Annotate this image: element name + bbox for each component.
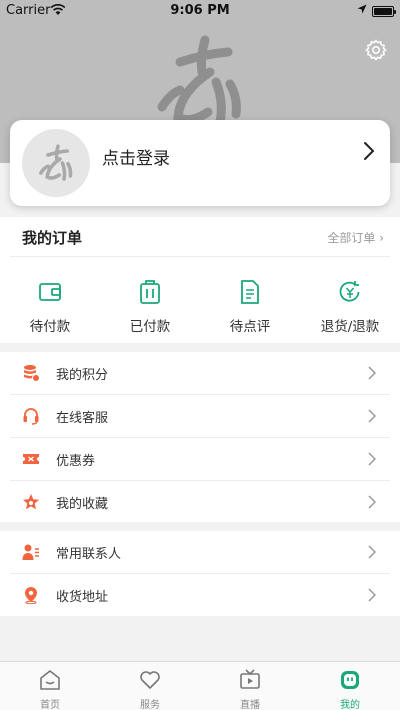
chevron-right-icon — [364, 142, 375, 160]
order-refund[interactable]: 退货/退款 — [300, 277, 400, 337]
brand-logo — [157, 35, 241, 127]
chevron-right-icon — [368, 409, 376, 423]
menu-item-favorites[interactable]: 我的收藏 — [10, 481, 390, 524]
tab-service[interactable]: 服务 — [100, 662, 200, 710]
chevron-right-icon — [368, 452, 376, 466]
location-arrow-icon — [357, 4, 367, 14]
menu-item-contacts[interactable]: 常用联系人 — [10, 531, 390, 574]
star-icon — [23, 494, 39, 510]
tab-bar: 首页 服务 直播 我的 — [0, 661, 400, 710]
chevron-right-icon — [368, 588, 376, 602]
login-label[interactable]: 点击登录 — [102, 144, 170, 169]
menu-group-contacts: 常用联系人 收货地址 — [0, 531, 400, 616]
order-item-label: 已付款 — [129, 319, 171, 335]
menu-item-label: 收货地址 — [56, 590, 109, 605]
menu-item-addresses[interactable]: 收货地址 — [10, 574, 390, 617]
tab-label: 服务 — [140, 700, 160, 710]
avatar — [22, 129, 90, 197]
luggage-icon — [140, 280, 160, 304]
contacts-icon — [22, 544, 39, 560]
all-orders-link[interactable]: 全部订单 › — [327, 229, 384, 246]
menu-item-points[interactable]: 我的积分 — [10, 352, 390, 395]
home-icon — [40, 670, 60, 690]
tv-icon — [240, 669, 260, 689]
menu-item-label: 我的积分 — [56, 368, 109, 383]
wallet-icon — [39, 283, 61, 301]
location-pin-icon — [25, 587, 37, 604]
profile-icon — [341, 671, 359, 689]
orders-header: 我的订单 全部订单 › — [10, 217, 390, 257]
clock: 9:06 PM — [170, 3, 230, 18]
document-icon — [241, 280, 259, 304]
tab-live[interactable]: 直播 — [200, 662, 300, 710]
tab-label: 我的 — [340, 700, 360, 710]
menu-item-label: 我的收藏 — [56, 497, 109, 512]
order-to-review[interactable]: 待点评 — [200, 277, 300, 337]
menu-item-label: 常用联系人 — [56, 547, 122, 562]
coupon-icon — [23, 454, 39, 464]
tab-label: 首页 — [40, 700, 60, 710]
headset-icon — [23, 408, 39, 425]
menu-item-customer-service[interactable]: 在线客服 — [10, 395, 390, 438]
order-pending-payment[interactable]: 待付款 — [0, 277, 100, 337]
points-icon — [24, 365, 40, 382]
tab-profile[interactable]: 我的 — [300, 662, 400, 710]
avatar-logo-icon — [39, 144, 73, 181]
tab-label: 直播 — [240, 700, 260, 710]
battery-icon — [372, 6, 396, 17]
tab-home[interactable]: 首页 — [0, 662, 100, 710]
status-bar: Carrier 9:06 PM — [0, 0, 400, 22]
chevron-right-icon — [368, 495, 376, 509]
login-card[interactable]: 点击登录 — [10, 120, 390, 206]
order-paid[interactable]: 已付款 — [100, 277, 200, 337]
order-item-label: 待付款 — [29, 319, 71, 335]
chevron-right-icon — [368, 545, 376, 559]
menu-group-account: 我的积分 在线客服 优惠券 我的收藏 — [0, 352, 400, 522]
gear-icon[interactable] — [364, 38, 388, 62]
orders-title: 我的订单 — [22, 229, 83, 247]
menu-item-label: 在线客服 — [56, 411, 109, 426]
refund-icon — [339, 281, 360, 302]
order-item-label: 退货/退款 — [320, 319, 380, 335]
menu-item-coupons[interactable]: 优惠券 — [10, 438, 390, 481]
menu-item-label: 优惠券 — [56, 454, 96, 469]
heart-icon — [140, 671, 160, 689]
chevron-right-icon — [368, 366, 376, 380]
order-item-label: 待点评 — [229, 319, 271, 335]
orders-section: 我的订单 全部订单 › 待付款 已付款 待点评 退货/退款 — [0, 217, 400, 343]
